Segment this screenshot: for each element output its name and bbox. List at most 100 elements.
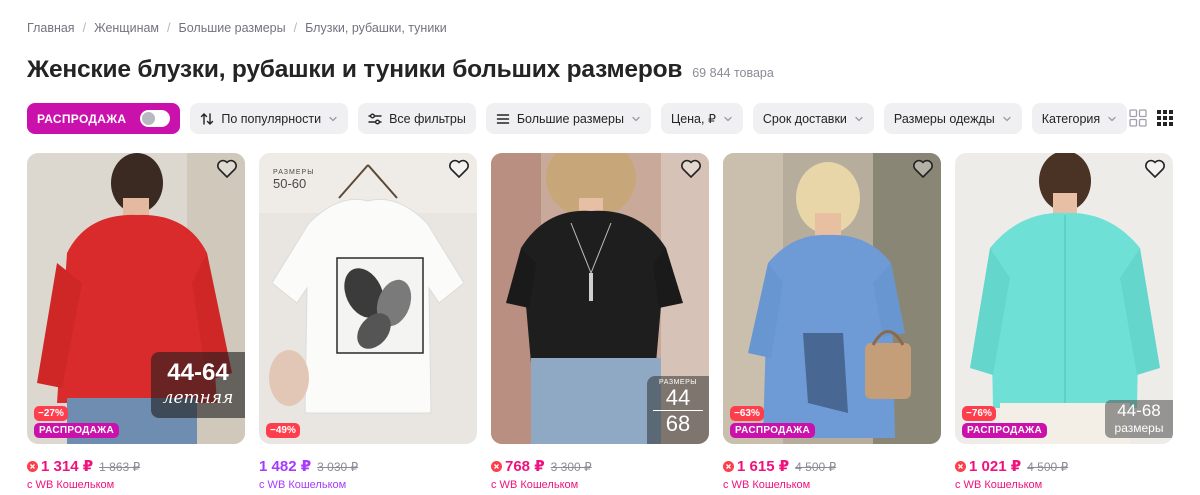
price-row: 768 ₽ 3 300 ₽ (491, 457, 709, 475)
wallet-icon (27, 459, 38, 472)
grid-small-view-icon[interactable] (1156, 109, 1174, 127)
product-image (259, 153, 477, 444)
product-photo[interactable]: 44-68 размеры −76% РАСПРОДАЖА (955, 153, 1173, 444)
product-image (723, 153, 941, 444)
price: 1 482 ₽ (259, 458, 312, 475)
old-price: 4 500 ₽ (1027, 460, 1069, 474)
price-row: 1 021 ₽ 4 500 ₽ (955, 457, 1173, 475)
badges: −63% РАСПРОДАЖА (730, 404, 815, 438)
price: 1 615 ₽ (737, 458, 790, 475)
product-count: 69 844 товара (692, 66, 774, 80)
delivery-label: Срок доставки (762, 111, 847, 126)
product-photo[interactable]: РАЗМЕРЫ 44 68 (491, 153, 709, 444)
discount-badge: −49% (266, 423, 300, 438)
old-price: 4 500 ₽ (795, 460, 837, 474)
old-price: 1 863 ₽ (99, 460, 141, 474)
wallet-note: с WB Кошельком (491, 479, 579, 491)
overlay-sizes: 44-64 (167, 359, 229, 386)
wallet-icon (955, 459, 966, 472)
sort-label: По популярности (221, 111, 322, 126)
sale-badge: РАСПРОДАЖА (34, 423, 119, 438)
sale-toggle-switch[interactable] (140, 110, 171, 127)
all-filters-button[interactable]: Все фильтры (358, 103, 476, 134)
sale-badge: РАСПРОДАЖА (962, 423, 1047, 438)
breadcrumb-separator: / (293, 21, 298, 35)
breadcrumb-big-sizes[interactable]: Большие размеры (179, 21, 286, 35)
badges: −76% РАСПРОДАЖА (962, 404, 1047, 438)
clothing-sizes-dropdown[interactable]: Размеры одежды (883, 103, 1022, 134)
price: 1 314 ₽ (41, 458, 94, 475)
size-overlay: РАЗМЕРЫ 50-60 (273, 169, 314, 191)
category-label: Категория (1041, 111, 1101, 126)
badges: −27% РАСПРОДАЖА (34, 404, 119, 438)
chevron-down-icon (723, 114, 733, 124)
breadcrumb: Главная / Женщинам / Большие размеры / Б… (27, 21, 447, 35)
chevron-down-icon (328, 114, 338, 124)
breadcrumb-women[interactable]: Женщинам (94, 21, 159, 35)
discount-badge: −27% (34, 406, 68, 421)
price-row: 1 615 ₽ 4 500 ₽ (723, 457, 941, 475)
wallet-note: с WB Кошельком (955, 479, 1043, 491)
wallet-icon (491, 459, 502, 472)
grid-large-view-icon[interactable] (1129, 109, 1147, 127)
product-card[interactable]: 44-68 размеры −76% РАСПРОДАЖА 1 021 ₽ 4 … (955, 153, 1173, 491)
price: 1 021 ₽ (969, 458, 1022, 475)
sale-toggle-chip[interactable]: РАСПРОДАЖА (27, 103, 181, 134)
discount-badge: −76% (962, 406, 996, 421)
price-row: 1 314 ₽ 1 863 ₽ (27, 457, 245, 475)
size-overlay: РАЗМЕРЫ 44 68 (647, 376, 709, 444)
price-row: 1 482 ₽ 3 030 ₽ (259, 457, 477, 475)
category-dropdown[interactable]: Категория (1031, 103, 1128, 134)
chevron-down-icon (1107, 114, 1117, 124)
heart-icon[interactable] (680, 159, 702, 179)
overlay-caption: размеры (1114, 421, 1164, 435)
overlay-label: РАЗМЕРЫ (273, 169, 315, 176)
product-photo[interactable]: РАЗМЕРЫ 50-60 −49% (259, 153, 477, 444)
overlay-sizes: 50-60 (273, 176, 307, 191)
heart-icon[interactable] (912, 159, 934, 179)
big-sizes-dropdown[interactable]: Большие размеры (485, 103, 651, 134)
price-label: Цена, ₽ (670, 112, 716, 126)
menu-lines-icon (496, 112, 510, 126)
wallet-icon (723, 459, 734, 472)
big-sizes-label: Большие размеры (516, 111, 624, 126)
sliders-icon (368, 112, 382, 126)
toggle-knob (142, 112, 156, 125)
old-price: 3 300 ₽ (550, 460, 592, 474)
delivery-dropdown[interactable]: Срок доставки (752, 103, 874, 134)
discount-badge: −63% (730, 406, 764, 421)
chevron-down-icon (1002, 114, 1012, 124)
breadcrumb-separator: / (82, 21, 87, 35)
all-filters-label: Все фильтры (389, 111, 466, 126)
product-photo[interactable]: −63% РАСПРОДАЖА (723, 153, 941, 444)
overlay-sizes: 44-68 (1117, 401, 1161, 420)
size-overlay: 44-64 летняя (151, 352, 245, 418)
wallet-note: с WB Кошельком (723, 479, 811, 491)
price: 768 ₽ (505, 458, 545, 475)
breadcrumb-separator: / (167, 21, 171, 35)
heart-icon[interactable] (448, 159, 470, 179)
heart-icon[interactable] (1144, 159, 1166, 179)
size-overlay: 44-68 размеры (1105, 400, 1173, 438)
heart-icon[interactable] (216, 159, 238, 179)
overlay-size-to: 68 (653, 410, 703, 437)
filter-bar: РАСПРОДАЖА По популярности Все фильтры Б… (27, 103, 1137, 134)
overlay-size-from: 44 (665, 385, 691, 410)
chevron-down-icon (854, 114, 864, 124)
overlay-caption: летняя (162, 388, 234, 408)
product-card[interactable]: −63% РАСПРОДАЖА 1 615 ₽ 4 500 ₽ с WB Кош… (723, 153, 941, 491)
product-card[interactable]: РАЗМЕРЫ 44 68 768 ₽ 3 300 ₽ с WB Кошельк… (491, 153, 709, 491)
sort-arrows-icon (200, 112, 214, 126)
product-card[interactable]: 44-64 летняя −27% РАСПРОДАЖА 1 314 ₽ 1 8… (27, 153, 245, 491)
product-card[interactable]: РАЗМЕРЫ 50-60 −49% 1 482 ₽ 3 030 ₽ с WB … (259, 153, 477, 491)
sale-toggle-label: РАСПРОДАЖА (37, 111, 127, 126)
price-dropdown[interactable]: Цена, ₽ (660, 103, 743, 134)
clothing-sizes-label: Размеры одежды (893, 111, 995, 126)
sort-dropdown[interactable]: По популярности (190, 103, 349, 134)
wallet-note: с WB Кошельком (259, 479, 347, 491)
page-title: Женские блузки, рубашки и туники больших… (27, 56, 683, 83)
sale-badge: РАСПРОДАЖА (730, 423, 815, 438)
breadcrumb-home[interactable]: Главная (27, 21, 75, 35)
badges: −49% (266, 421, 300, 438)
product-photo[interactable]: 44-64 летняя −27% РАСПРОДАЖА (27, 153, 245, 444)
